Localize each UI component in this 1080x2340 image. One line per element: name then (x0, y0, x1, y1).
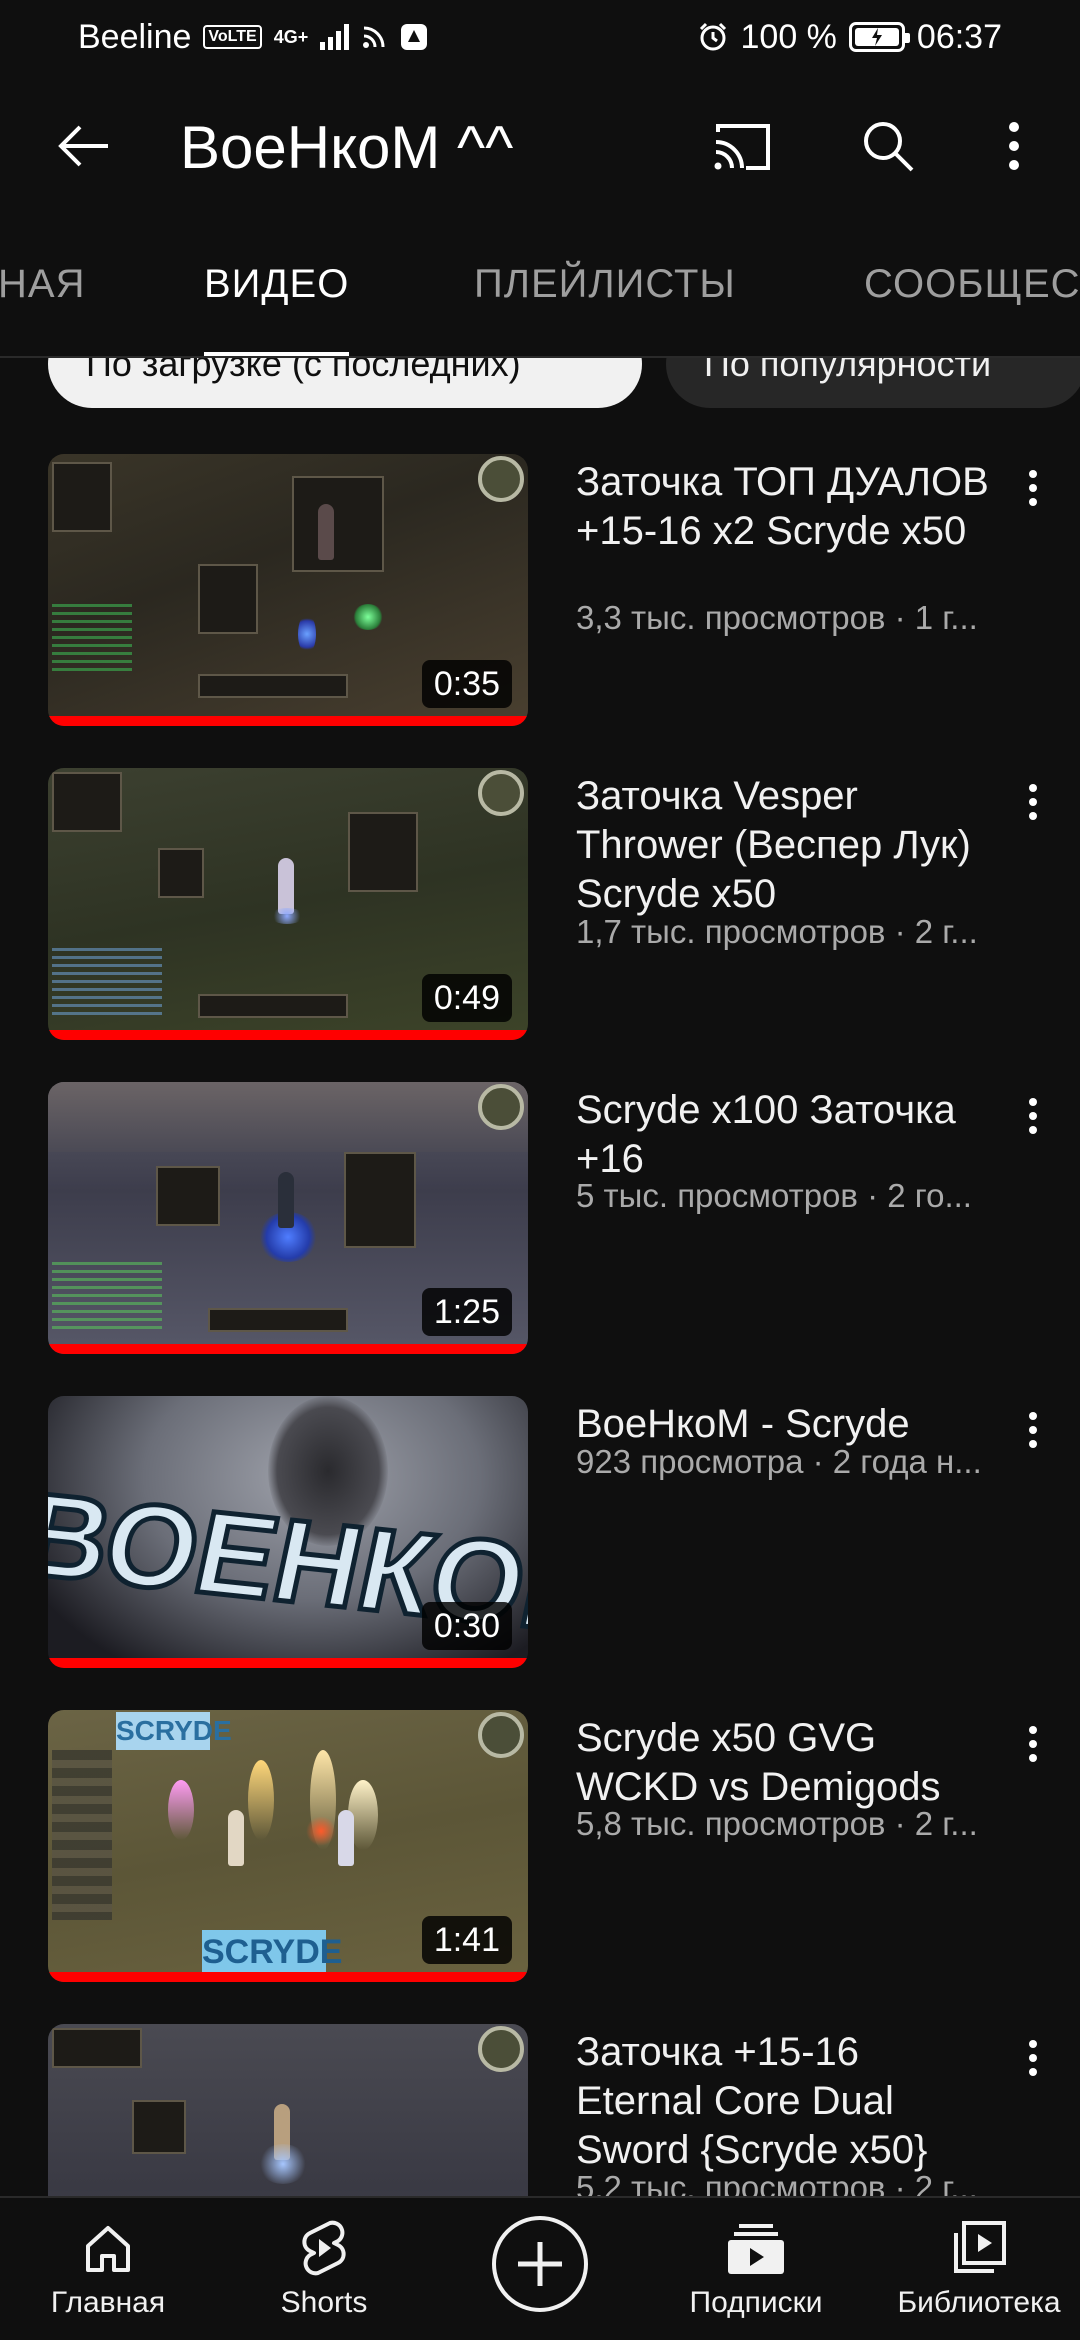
video-meta: 1,7 тыс. просмотров · 2 г... (576, 913, 978, 950)
channel-tabs: НАЯ ВИДЕО ПЛЕЙЛИСТЫ СООБЩЕС (0, 216, 1080, 358)
video-list: 0:35 Заточка ТОП ДУАЛОВ +15-16 х2 Scryde… (0, 408, 1080, 2196)
sort-chips: По загрузке (с последних) По популярност… (0, 358, 1080, 408)
status-right: 100 % 06:37 (697, 17, 1002, 57)
notification-icon (401, 24, 428, 50)
watch-progress-bar (48, 1658, 528, 1668)
alarm-icon (699, 22, 726, 51)
video-duration: 0:30 (421, 1602, 512, 1650)
subscriptions-icon (728, 2224, 784, 2274)
create-button[interactable] (492, 2216, 588, 2312)
more-vert-icon (1029, 1726, 1037, 1762)
status-left: Beeline VoLTE 4G+ (78, 18, 429, 57)
more-vert-icon (1029, 1412, 1037, 1448)
arrow-left-icon (58, 125, 108, 167)
video-thumbnail[interactable]: 1:25 (48, 1082, 528, 1354)
channel-watermark (478, 2026, 524, 2072)
video-item[interactable]: Заточка +15-16 Eternal Core Dual Sword {… (0, 2024, 1080, 2196)
library-icon (954, 2221, 1006, 2273)
video-duration: 1:25 (421, 1288, 512, 1336)
video-meta: 5 тыс. просмотров · 2 го... (576, 1177, 972, 1214)
more-vert-icon (1029, 470, 1037, 506)
search-button[interactable] (846, 104, 930, 188)
video-meta: 5,8 тыс. просмотров · 2 г... (576, 1805, 978, 1842)
chip-sort-newest[interactable]: По загрузке (с последних) (48, 358, 642, 408)
video-item[interactable]: 0:49 Заточка Vesper Thrower (Веспер Лук)… (0, 768, 1080, 1040)
video-item[interactable]: SCRYDE SCRYDE 1:41 Scryde x50 GVG WCKD v… (0, 1710, 1080, 1982)
video-meta: 923 просмотра · 2 года н... (576, 1443, 982, 1480)
video-item[interactable]: 0:35 Заточка ТОП ДУАЛОВ +15-16 х2 Scryde… (0, 454, 1080, 726)
video-menu-button[interactable] (1008, 458, 1058, 518)
signal-icon (320, 24, 350, 50)
video-menu-button[interactable] (1008, 2028, 1058, 2088)
nav-library[interactable]: Библиотека (884, 2198, 1074, 2340)
nav-home[interactable]: Главная (30, 2198, 186, 2340)
cast-button[interactable] (700, 104, 784, 188)
video-meta: 3,3 тыс. просмотров · 1 г... (576, 599, 978, 636)
shorts-icon (302, 2220, 346, 2276)
nav-shorts-label: Shorts (280, 2286, 368, 2319)
chip-sort-popular[interactable]: По популярности (666, 358, 1080, 408)
video-thumbnail[interactable]: SCRYDE SCRYDE 1:41 (48, 1710, 528, 1982)
video-title[interactable]: Заточка Vesper Thrower (Веспер Лук) Scry… (576, 772, 996, 919)
status-bar: Beeline VoLTE 4G+ 100 % 06:37 (0, 0, 1080, 74)
channel-watermark (478, 1084, 524, 1130)
scryde-logo-bottom: SCRYDE (202, 1930, 342, 1974)
video-title[interactable]: Scryde x50 GVG WCKD vs Demigods (576, 1714, 996, 1812)
video-menu-button[interactable] (1008, 1714, 1058, 1774)
tab-community[interactable]: СООБЩЕС (864, 262, 1080, 307)
video-thumbnail[interactable]: 0:49 (48, 768, 528, 1040)
cast-icon (714, 124, 770, 170)
video-menu-button[interactable] (1008, 1086, 1058, 1146)
video-menu-button[interactable] (1008, 772, 1058, 832)
channel-watermark (478, 770, 524, 816)
battery-icon (848, 22, 910, 52)
nav-home-label: Главная (50, 2286, 166, 2319)
bottom-navigation: Главная Shorts Подписки Библиотека (0, 2196, 1080, 2340)
video-duration: 0:35 (421, 660, 512, 708)
search-icon (864, 122, 914, 172)
watch-progress-bar (48, 1030, 528, 1040)
home-icon (86, 2226, 130, 2272)
video-thumbnail[interactable]: 0:35 (48, 454, 528, 726)
watch-progress-bar (48, 1344, 528, 1354)
video-title[interactable]: Заточка +15-16 Eternal Core Dual Sword {… (576, 2028, 996, 2175)
video-meta: 5,2 тыс. просмотров · 2 г... (576, 2169, 978, 2196)
nav-library-label: Библиотека (897, 2286, 1061, 2319)
more-vert-icon (1029, 784, 1037, 820)
scryde-logo-top: SCRYDE (116, 1712, 232, 1750)
channel-title: ВоеНкоМ ^^ (180, 114, 514, 181)
video-duration: 0:49 (421, 974, 512, 1022)
volte-badge: VoLTE (203, 25, 262, 49)
channel-watermark (478, 1712, 524, 1758)
nav-shorts[interactable]: Shorts (254, 2198, 394, 2340)
nav-subscriptions-label: Подписки (689, 2286, 823, 2319)
battery-percent: 100 % (740, 17, 837, 56)
create-icon (518, 2242, 562, 2286)
more-vert-icon (1009, 122, 1019, 170)
watch-progress-bar (48, 1972, 528, 1982)
tab-playlists[interactable]: ПЛЕЙЛИСТЫ (474, 262, 736, 307)
more-vert-icon (1029, 2040, 1037, 2076)
video-thumbnail[interactable] (48, 2024, 528, 2196)
app-bar: ВоеНкоМ ^^ (0, 74, 1080, 216)
back-button[interactable] (42, 104, 126, 188)
video-menu-button[interactable] (1008, 1400, 1058, 1460)
more-options-button[interactable] (972, 104, 1056, 188)
tab-home[interactable]: НАЯ (0, 262, 85, 307)
tab-videos[interactable]: ВИДЕО (204, 262, 349, 307)
video-title[interactable]: Scryde x100 Заточка +16 (576, 1086, 996, 1184)
more-vert-icon (1029, 1098, 1037, 1134)
carrier-name: Beeline (78, 17, 192, 56)
channel-watermark (478, 456, 524, 502)
video-item[interactable]: ВОЕНКОМ 0:30 ВоеНкоМ - Scryde 923 просмо… (0, 1396, 1080, 1668)
video-thumbnail[interactable]: ВОЕНКОМ 0:30 (48, 1396, 528, 1668)
video-title[interactable]: Заточка ТОП ДУАЛОВ +15-16 х2 Scryde x50 (576, 458, 996, 556)
nav-subscriptions[interactable]: Подписки (672, 2198, 840, 2340)
watch-progress-bar (48, 716, 528, 726)
clock: 06:37 (916, 17, 1002, 56)
rss-icon (363, 26, 385, 48)
video-item[interactable]: 1:25 Scryde x100 Заточка +16 5 тыс. прос… (0, 1082, 1080, 1354)
video-duration: 1:41 (421, 1916, 512, 1964)
network-type: 4G+ (273, 27, 309, 47)
